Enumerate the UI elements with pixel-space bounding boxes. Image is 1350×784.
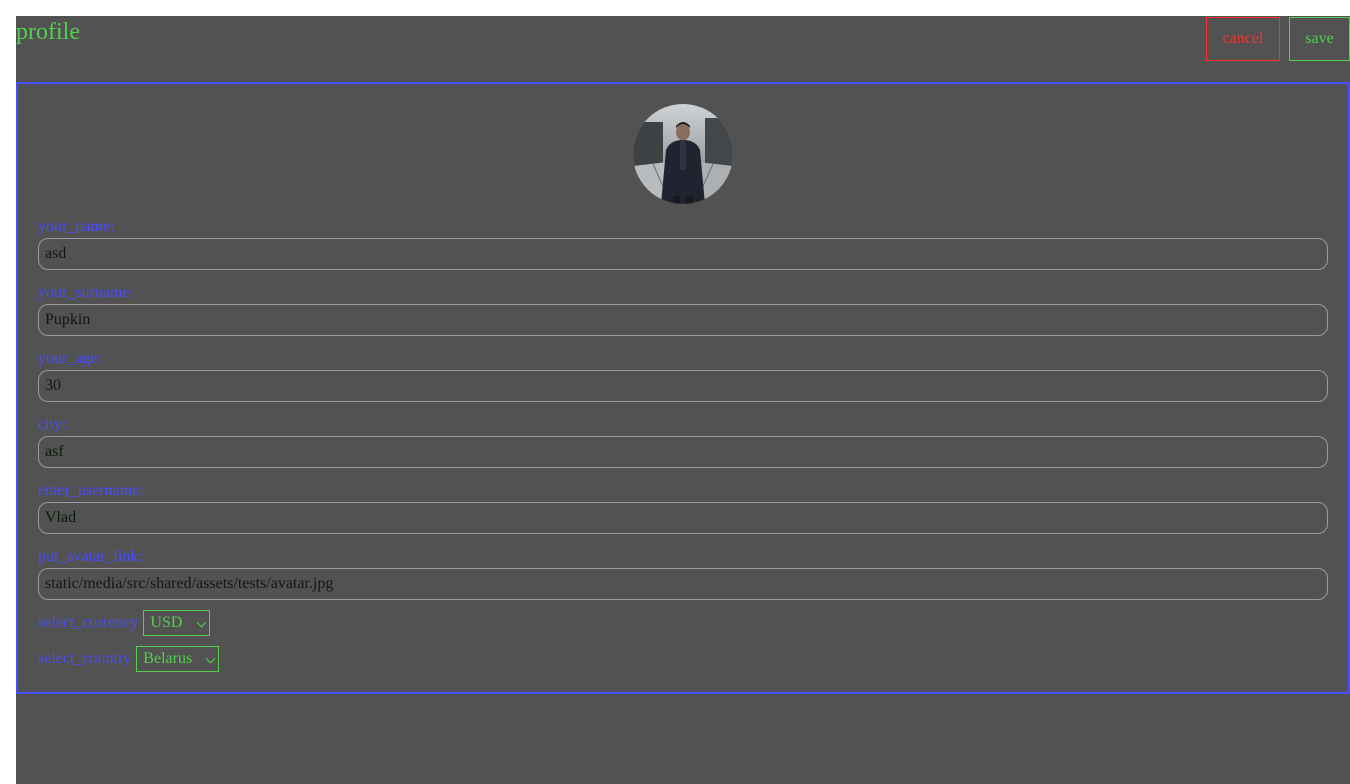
city-input[interactable] [38, 436, 1328, 468]
country-label: select_country [38, 650, 132, 667]
avatar-link-input[interactable] [38, 568, 1328, 600]
currency-label: select_currency [38, 614, 139, 631]
cancel-button[interactable]: cancel [1206, 17, 1280, 61]
surname-label: your_surname: [38, 284, 134, 301]
profile-page: profile cancel save your_name: asd your_… [16, 16, 1350, 784]
currency-select[interactable]: USD [143, 610, 211, 636]
surname-input[interactable] [38, 304, 1328, 336]
country-value: Belarus [143, 650, 193, 667]
page-title: profile [16, 19, 80, 45]
age-input[interactable] [38, 370, 1328, 402]
city-label: city: [38, 416, 67, 433]
chevron-down-icon [205, 653, 216, 664]
username-label: enter_username: [38, 482, 144, 499]
currency-value: USD [150, 614, 183, 631]
avatar [633, 104, 733, 204]
username-input[interactable] [38, 502, 1328, 534]
chevron-down-icon [196, 617, 207, 628]
save-button[interactable]: save [1289, 17, 1350, 61]
avatar-photo [633, 104, 733, 204]
country-row: select_country Belarus [38, 646, 220, 672]
age-label: your_age: [38, 350, 102, 367]
profile-card: your_name: your_surname: your_age: city:… [16, 82, 1350, 694]
currency-row: select_currency USD [38, 610, 211, 636]
name-input[interactable] [38, 238, 1328, 270]
avatar-link-label: put_avatar_link: [38, 548, 143, 565]
country-select[interactable]: Belarus [136, 646, 220, 672]
name-label: your_name: [38, 218, 115, 235]
